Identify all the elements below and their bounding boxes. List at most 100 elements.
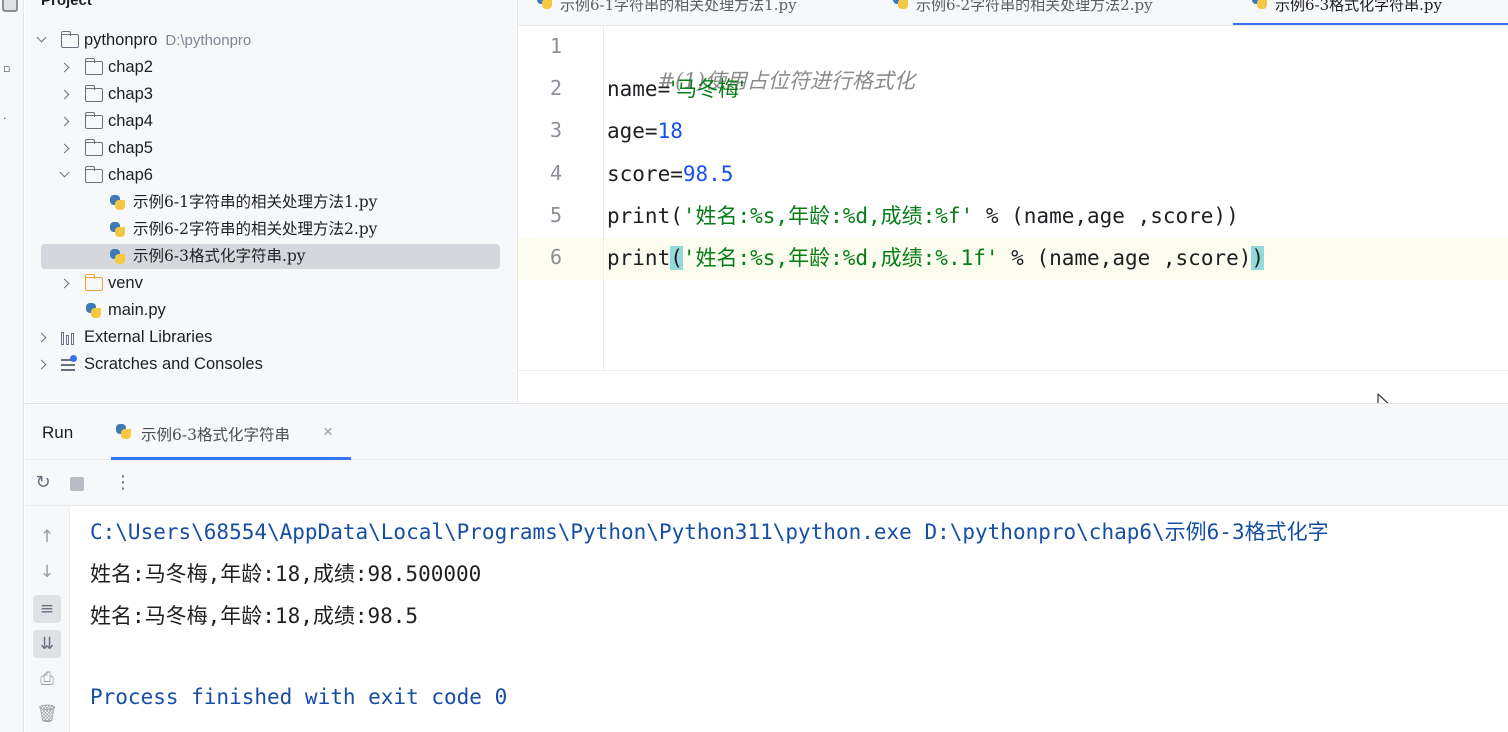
- tree-item-chap5[interactable]: chap5: [25, 135, 516, 162]
- tree-item-label: chap5: [108, 139, 153, 157]
- run-panel-title[interactable]: Run: [42, 423, 73, 443]
- code-token: % (name,age ,score): [998, 246, 1252, 270]
- chevron-right-icon[interactable]: [58, 270, 72, 297]
- root-name: pythonpro: [84, 31, 158, 49]
- code-string: '姓名:%s,年龄:%d,成绩:%.1f': [682, 246, 999, 270]
- editor-divider: [518, 370, 1508, 371]
- chevron-right-icon[interactable]: [58, 54, 72, 81]
- code-editor[interactable]: 示例6-1字符串的相关处理方法1.py 示例6-2字符串的相关处理方法2.py …: [517, 0, 1508, 402]
- tree-item-label: chap4: [108, 112, 153, 130]
- console-line-exit: Process finished with exit code 0: [90, 685, 508, 709]
- run-tab-bar: Run 示例6-3格式化字符串 ×: [25, 404, 1508, 460]
- editor-tab-label: 示例6-3格式化字符串.py: [1275, 0, 1443, 14]
- tree-item-label: chap6: [108, 166, 153, 184]
- chevron-right-icon[interactable]: [35, 324, 49, 351]
- code-line-2: name='马冬梅': [607, 72, 745, 106]
- tree-item-label: 示例6-1字符串的相关处理方法1.py: [133, 193, 378, 211]
- print-icon[interactable]: ⎙: [33, 665, 61, 693]
- python-file-icon: [109, 194, 126, 211]
- line-number: 5: [549, 203, 562, 227]
- tree-item-chap4[interactable]: chap4: [25, 108, 516, 135]
- python-file-icon: [109, 248, 126, 265]
- code-token: score=: [607, 162, 683, 186]
- run-toolbar: ↻ ⋮: [25, 460, 1508, 506]
- close-icon[interactable]: ×: [323, 422, 333, 442]
- project-panel: Project pythonpro D:\pythonpro chap2 chap…: [25, 0, 516, 402]
- line-number-gutter: 1 2 3 4 5 6: [518, 26, 604, 371]
- folder-icon: [84, 166, 103, 183]
- soft-wrap-icon[interactable]: ≡: [33, 595, 61, 623]
- tree-item-venv[interactable]: venv: [25, 270, 516, 297]
- line-number: 6: [549, 245, 562, 269]
- tree-item-root[interactable]: pythonpro D:\pythonpro: [25, 27, 516, 54]
- tree-item-chap2[interactable]: chap2: [25, 54, 516, 81]
- code-line-1: #(1)使用占位符进行格式化: [607, 30, 915, 93]
- arrow-down-icon[interactable]: ↓: [33, 558, 61, 586]
- python-file-icon: [536, 0, 553, 10]
- folder-icon: [84, 85, 103, 102]
- code-token: % (name,age ,score)): [973, 204, 1239, 228]
- tool-window-strip: ▫ ·: [0, 0, 24, 732]
- chevron-right-icon[interactable]: [58, 135, 72, 162]
- code-string: '姓名:%s,年龄:%d,成绩:%f': [682, 204, 974, 228]
- editor-tab-bar: 示例6-1字符串的相关处理方法1.py 示例6-2字符串的相关处理方法2.py …: [518, 0, 1508, 26]
- code-line-3: age=18: [607, 114, 683, 148]
- console-side-toolbar: ↑ ↓ ≡ ⇊ ⎙ 🗑: [25, 506, 70, 732]
- python-file-icon: [109, 221, 126, 238]
- tree-item-file-6-3[interactable]: 示例6-3格式化字符串.py: [25, 243, 516, 270]
- tree-item-label: main.py: [108, 301, 166, 319]
- python-file-icon: [1251, 0, 1268, 10]
- structure-icon[interactable]: ▫: [3, 62, 10, 75]
- tree-item-label: chap2: [108, 58, 153, 76]
- tree-item-chap6[interactable]: chap6: [25, 162, 516, 189]
- more-tools-icon[interactable]: ·: [3, 112, 7, 125]
- tree-item-label: Scratches and Consoles: [84, 355, 263, 373]
- code-number: 98.5: [682, 162, 734, 186]
- tree-item-chap3[interactable]: chap3: [25, 81, 516, 108]
- line-number: 1: [549, 34, 562, 58]
- console-line-output: 姓名:马冬梅,年龄:18,成绩:98.5: [90, 604, 419, 628]
- code-line-5: print('姓名:%s,年龄:%d,成绩:%f' % (name,age ,s…: [607, 199, 1239, 233]
- code-token: print: [607, 246, 671, 270]
- project-tool-icon[interactable]: [2, 0, 18, 12]
- library-icon: [61, 331, 78, 345]
- root-path: D:\pythonpro: [165, 32, 252, 49]
- tree-item-main[interactable]: main.py: [25, 297, 516, 324]
- chevron-down-icon[interactable]: [58, 162, 72, 189]
- chevron-right-icon[interactable]: [58, 81, 72, 108]
- arrow-up-icon[interactable]: ↑: [33, 523, 61, 551]
- tree-item-external-libraries[interactable]: External Libraries: [25, 324, 516, 351]
- console-line-command: C:\Users\68554\AppData\Local\Programs\Py…: [90, 520, 1329, 544]
- folder-icon: [84, 58, 103, 75]
- python-file-icon: [85, 302, 102, 319]
- folder-icon: [84, 112, 103, 129]
- run-tab-label: 示例6-3格式化字符串: [141, 426, 290, 444]
- tree-item-label: 示例6-2字符串的相关处理方法2.py: [133, 220, 378, 238]
- tree-item-file-6-2[interactable]: 示例6-2字符串的相关处理方法2.py: [25, 216, 516, 243]
- project-title[interactable]: Project: [41, 0, 92, 9]
- tree-item-scratches[interactable]: Scratches and Consoles: [25, 351, 516, 378]
- code-line-6: print('姓名:%s,年龄:%d,成绩:%.1f' % (name,age …: [607, 241, 1265, 275]
- python-file-icon: [115, 423, 132, 440]
- python-file-icon: [892, 0, 909, 10]
- stop-icon[interactable]: [70, 477, 84, 491]
- code-token: print(: [607, 204, 683, 228]
- folder-icon: [84, 139, 103, 156]
- chevron-down-icon[interactable]: [35, 27, 49, 54]
- project-header: Project: [25, 0, 516, 26]
- tree-item-label: External Libraries: [84, 328, 213, 346]
- tree-item-file-6-1[interactable]: 示例6-1字符串的相关处理方法1.py: [25, 189, 516, 216]
- run-panel: Run 示例6-3格式化字符串 × ↻ ⋮ ↑ ↓ ≡ ⇊ ⎙ 🗑 C:\Use…: [25, 403, 1508, 732]
- rerun-icon[interactable]: ↻: [32, 472, 54, 494]
- editor-tab-label: 示例6-1字符串的相关处理方法1.py: [560, 0, 797, 14]
- run-config-tab[interactable]: 示例6-3格式化字符串 ×: [111, 404, 351, 460]
- scroll-to-end-icon[interactable]: ⇊: [33, 630, 61, 658]
- folder-icon: [60, 31, 79, 48]
- chevron-right-icon[interactable]: [58, 108, 72, 135]
- more-vertical-icon[interactable]: ⋮: [112, 472, 134, 494]
- line-number: 2: [549, 76, 562, 100]
- chevron-right-icon[interactable]: [35, 351, 49, 378]
- code-number: 18: [657, 119, 683, 143]
- active-tab-indicator: [1233, 23, 1508, 25]
- trash-icon[interactable]: 🗑: [33, 700, 61, 728]
